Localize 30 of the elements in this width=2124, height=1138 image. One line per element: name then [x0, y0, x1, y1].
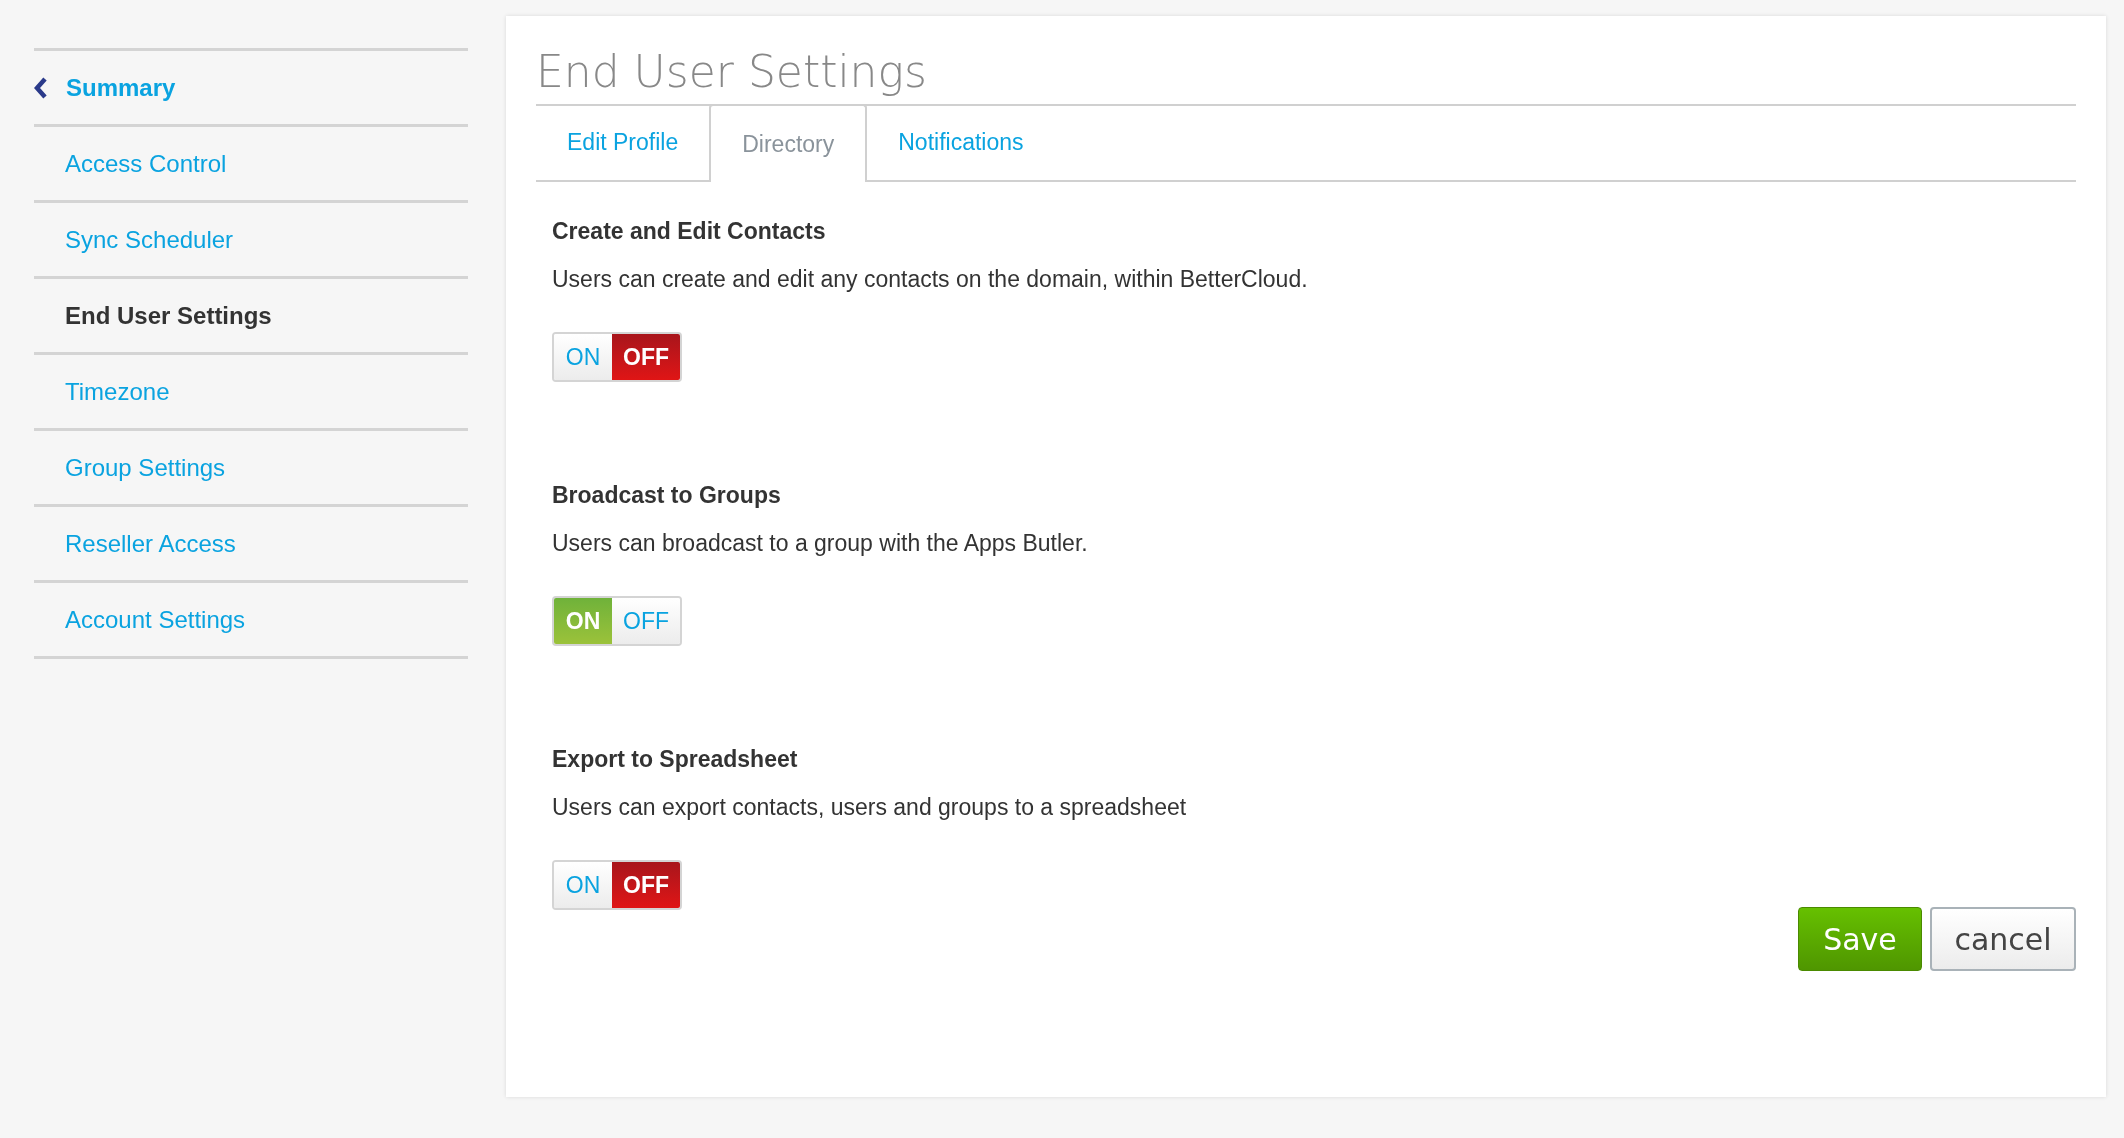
sidebar-item[interactable]: Account Settings: [34, 601, 246, 638]
on-off-toggle[interactable]: ON OFF: [552, 332, 682, 382]
setting-description: Users can broadcast to a group with the Apps Butler.: [552, 529, 1088, 558]
sidebar-item[interactable]: Reseller Access: [34, 525, 236, 562]
page-title: End User Settings: [536, 45, 927, 99]
save-button[interactable]: Save: [1798, 907, 1922, 971]
sidebar-item[interactable]: Sync Scheduler: [34, 221, 234, 258]
setting-description: Users can create and edit any contacts on the domain, within BetterCloud.: [552, 265, 1308, 294]
setting-description: Users can export contacts, users and groups to a spreadsheet: [552, 793, 1187, 822]
on-label: ON: [554, 598, 612, 644]
off-label: OFF: [612, 334, 680, 380]
tab[interactable]: Edit Profile: [536, 104, 710, 180]
setting-title: Broadcast to Groups: [552, 481, 781, 510]
sidebar-item[interactable]: End User Settings: [34, 297, 272, 334]
on-off-toggle[interactable]: ON OFF: [552, 596, 682, 646]
on-label: ON: [554, 862, 612, 908]
tab[interactable]: Directory: [709, 104, 868, 182]
on-label: ON: [554, 334, 612, 380]
sidebar-item[interactable]: Group Settings: [34, 449, 226, 486]
setting-title: Create and Edit Contacts: [552, 217, 826, 246]
sidebar-item[interactable]: Summary: [34, 69, 176, 106]
setting-title: Export to Spreadsheet: [552, 745, 798, 774]
chevron-left-icon: [34, 76, 48, 99]
sidebar-item[interactable]: Access Control: [34, 145, 227, 182]
cancel-button[interactable]: cancel: [1930, 907, 2076, 971]
on-off-toggle[interactable]: ON OFF: [552, 860, 682, 910]
off-label: OFF: [612, 862, 680, 908]
sidebar-item[interactable]: Timezone: [34, 373, 170, 410]
tab[interactable]: Notifications: [867, 104, 1055, 180]
off-label: OFF: [612, 598, 680, 644]
